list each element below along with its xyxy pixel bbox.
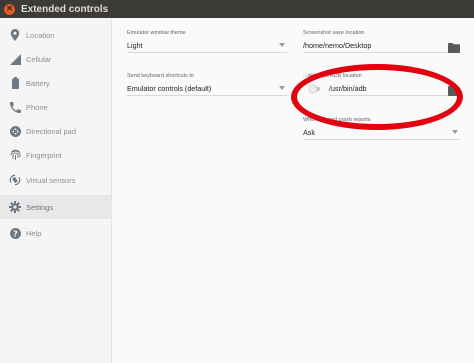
sidebar-item-label: Virtual sensors — [26, 175, 76, 185]
crash-reports-label: When to send crash reports — [303, 117, 371, 123]
adb-location-field: /usr/bin/adb — [329, 82, 460, 96]
gear-icon — [9, 201, 21, 213]
window-title: Extended controls — [21, 3, 109, 15]
rotate-icon — [9, 174, 21, 186]
adb-location-value: /usr/bin/adb — [329, 84, 367, 93]
folder-icon[interactable] — [448, 83, 460, 96]
chevron-down-icon — [279, 86, 285, 90]
sidebar-item-location[interactable]: Location — [0, 23, 111, 47]
chevron-down-icon — [279, 43, 285, 47]
window-titlebar: ✕ Extended controls — [0, 0, 474, 18]
shortcuts-select-value: Emulator controls (default) — [127, 84, 212, 93]
screenshot-location-value: /home/nemo/Desktop — [303, 41, 372, 50]
sidebar-item-label: Location — [26, 30, 55, 40]
sidebar-item-settings[interactable]: Settings — [0, 195, 111, 219]
battery-icon — [9, 77, 21, 89]
crash-reports-select-value: Ask — [303, 128, 315, 137]
sidebar-item-phone[interactable]: Phone — [0, 95, 111, 119]
close-window-button[interactable]: ✕ — [4, 3, 15, 15]
signal-bars-icon — [9, 53, 21, 65]
sidebar-item-label: Directional pad — [26, 126, 77, 136]
help-icon: ? — [9, 227, 21, 239]
sidebar-item-fingerprint[interactable]: Fingerprint — [0, 143, 111, 167]
shortcuts-label: Send keyboard shortcuts to — [127, 73, 194, 79]
folder-icon[interactable] — [448, 40, 460, 53]
sidebar: Location Cellular Battery Phone Directio… — [0, 18, 112, 363]
sidebar-item-cellular[interactable]: Cellular — [0, 47, 111, 71]
fingerprint-icon — [9, 149, 21, 161]
shortcuts-select[interactable]: Emulator controls (default) — [127, 82, 287, 96]
sidebar-item-help[interactable]: ? Help — [0, 221, 111, 245]
toggle-knob — [309, 85, 317, 93]
svg-text:?: ? — [13, 229, 18, 238]
adb-location-label: ...detected ADB location — [303, 73, 362, 79]
sidebar-item-label: Settings — [26, 202, 54, 212]
adb-toggle[interactable] — [309, 85, 321, 93]
extended-controls-window: Location Cellular Battery Phone Directio… — [0, 18, 474, 363]
screenshot-location-field: /home/nemo/Desktop — [303, 39, 460, 53]
dpad-icon — [9, 125, 21, 137]
sidebar-item-virtual-sensors[interactable]: Virtual sensors — [0, 168, 111, 192]
sidebar-item-directional-pad[interactable]: Directional pad — [0, 119, 111, 143]
sidebar-item-label: Cellular — [26, 54, 52, 64]
theme-label: Emulator window theme — [127, 30, 186, 36]
sidebar-item-label: Help — [26, 228, 42, 238]
sidebar-item-label: Battery — [26, 78, 50, 88]
sidebar-item-label: Fingerprint — [26, 150, 62, 160]
screenshot-location-label: Screenshot save location — [303, 30, 365, 36]
phone-icon — [9, 101, 21, 113]
location-pin-icon — [9, 29, 21, 41]
crash-reports-select[interactable]: Ask — [303, 126, 460, 140]
sidebar-item-label: Phone — [26, 102, 48, 112]
theme-select-value: Light — [127, 41, 143, 50]
theme-select[interactable]: Light — [127, 39, 287, 53]
chevron-down-icon — [452, 130, 458, 134]
sidebar-item-battery[interactable]: Battery — [0, 71, 111, 95]
settings-panel: Emulator window theme Light Send keyboar… — [113, 18, 474, 363]
